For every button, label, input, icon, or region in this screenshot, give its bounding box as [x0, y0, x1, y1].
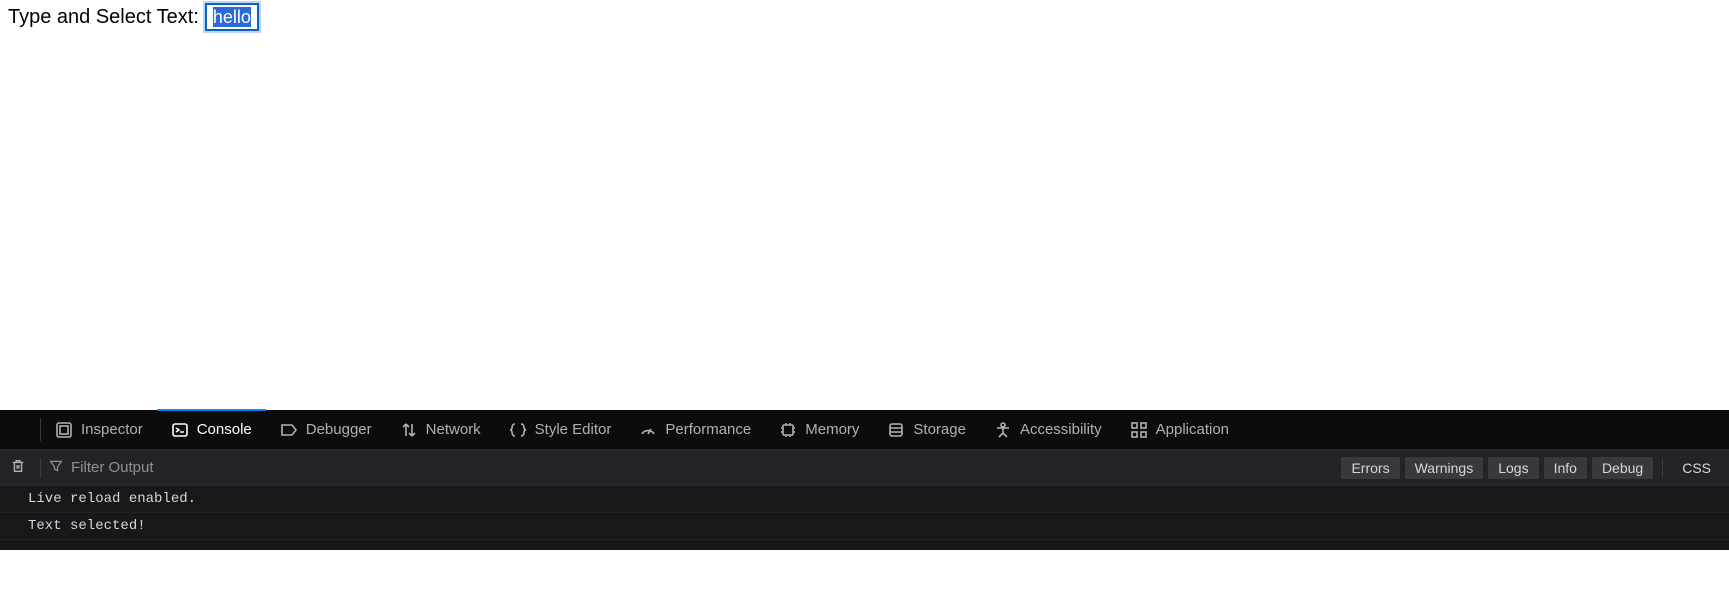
tab-performance[interactable]: Performance	[625, 410, 765, 449]
pill-errors[interactable]: Errors	[1341, 457, 1399, 479]
clear-console-button[interactable]	[0, 450, 36, 486]
tab-label: Application	[1156, 421, 1229, 438]
trash-icon	[10, 458, 26, 478]
tab-label: Console	[197, 421, 252, 438]
tab-debugger[interactable]: Debugger	[266, 410, 386, 449]
tab-network[interactable]: Network	[386, 410, 495, 449]
tab-label: Style Editor	[535, 421, 612, 438]
pill-warnings[interactable]: Warnings	[1405, 457, 1484, 479]
filter-output[interactable]	[45, 459, 1341, 477]
storage-icon	[887, 421, 905, 439]
log-line: Text selected!	[0, 513, 1729, 540]
input-label: Type and Select Text:	[8, 6, 199, 29]
tab-console[interactable]: Console	[157, 410, 266, 449]
performance-icon	[639, 421, 657, 439]
devtools-tabbar: Inspector Console Debugger Network Style…	[0, 410, 1729, 450]
tab-memory[interactable]: Memory	[765, 410, 873, 449]
application-icon	[1130, 421, 1148, 439]
devtools-panel: Inspector Console Debugger Network Style…	[0, 410, 1729, 550]
tab-label: Storage	[913, 421, 966, 438]
style-editor-icon	[509, 421, 527, 439]
tab-storage[interactable]: Storage	[873, 410, 980, 449]
tab-accessibility[interactable]: Accessibility	[980, 410, 1116, 449]
tab-label: Network	[426, 421, 481, 438]
memory-icon	[779, 421, 797, 439]
tab-style-editor[interactable]: Style Editor	[495, 410, 626, 449]
separator	[1662, 458, 1663, 478]
tab-inspector[interactable]: Inspector	[41, 410, 157, 449]
pick-element-button[interactable]	[0, 410, 40, 449]
funnel-icon	[49, 459, 63, 477]
tab-label: Inspector	[81, 421, 143, 438]
text-input[interactable]: hello	[205, 3, 259, 31]
separator	[40, 458, 41, 478]
tab-application[interactable]: Application	[1116, 410, 1243, 449]
log-level-filters: Errors Warnings Logs Info Debug CSS	[1341, 457, 1729, 479]
tab-label: Debugger	[306, 421, 372, 438]
tab-label: Performance	[665, 421, 751, 438]
pill-debug[interactable]: Debug	[1592, 457, 1653, 479]
log-line: Live reload enabled.	[0, 486, 1729, 513]
network-icon	[400, 421, 418, 439]
page-content: Type and Select Text: hello	[0, 0, 1729, 35]
text-input-wrap[interactable]: hello	[205, 6, 259, 29]
selected-text: hello	[213, 7, 251, 27]
inspector-icon	[55, 421, 73, 439]
filter-input[interactable]	[71, 459, 271, 476]
debugger-icon	[280, 421, 298, 439]
console-output: Live reload enabled. Text selected!	[0, 486, 1729, 540]
tab-label: Memory	[805, 421, 859, 438]
tab-label: Accessibility	[1020, 421, 1102, 438]
console-icon	[171, 421, 189, 439]
accessibility-icon	[994, 421, 1012, 439]
pill-css[interactable]: CSS	[1672, 457, 1721, 479]
console-toolbar: Errors Warnings Logs Info Debug CSS	[0, 450, 1729, 486]
pill-logs[interactable]: Logs	[1488, 457, 1538, 479]
pill-info[interactable]: Info	[1544, 457, 1587, 479]
